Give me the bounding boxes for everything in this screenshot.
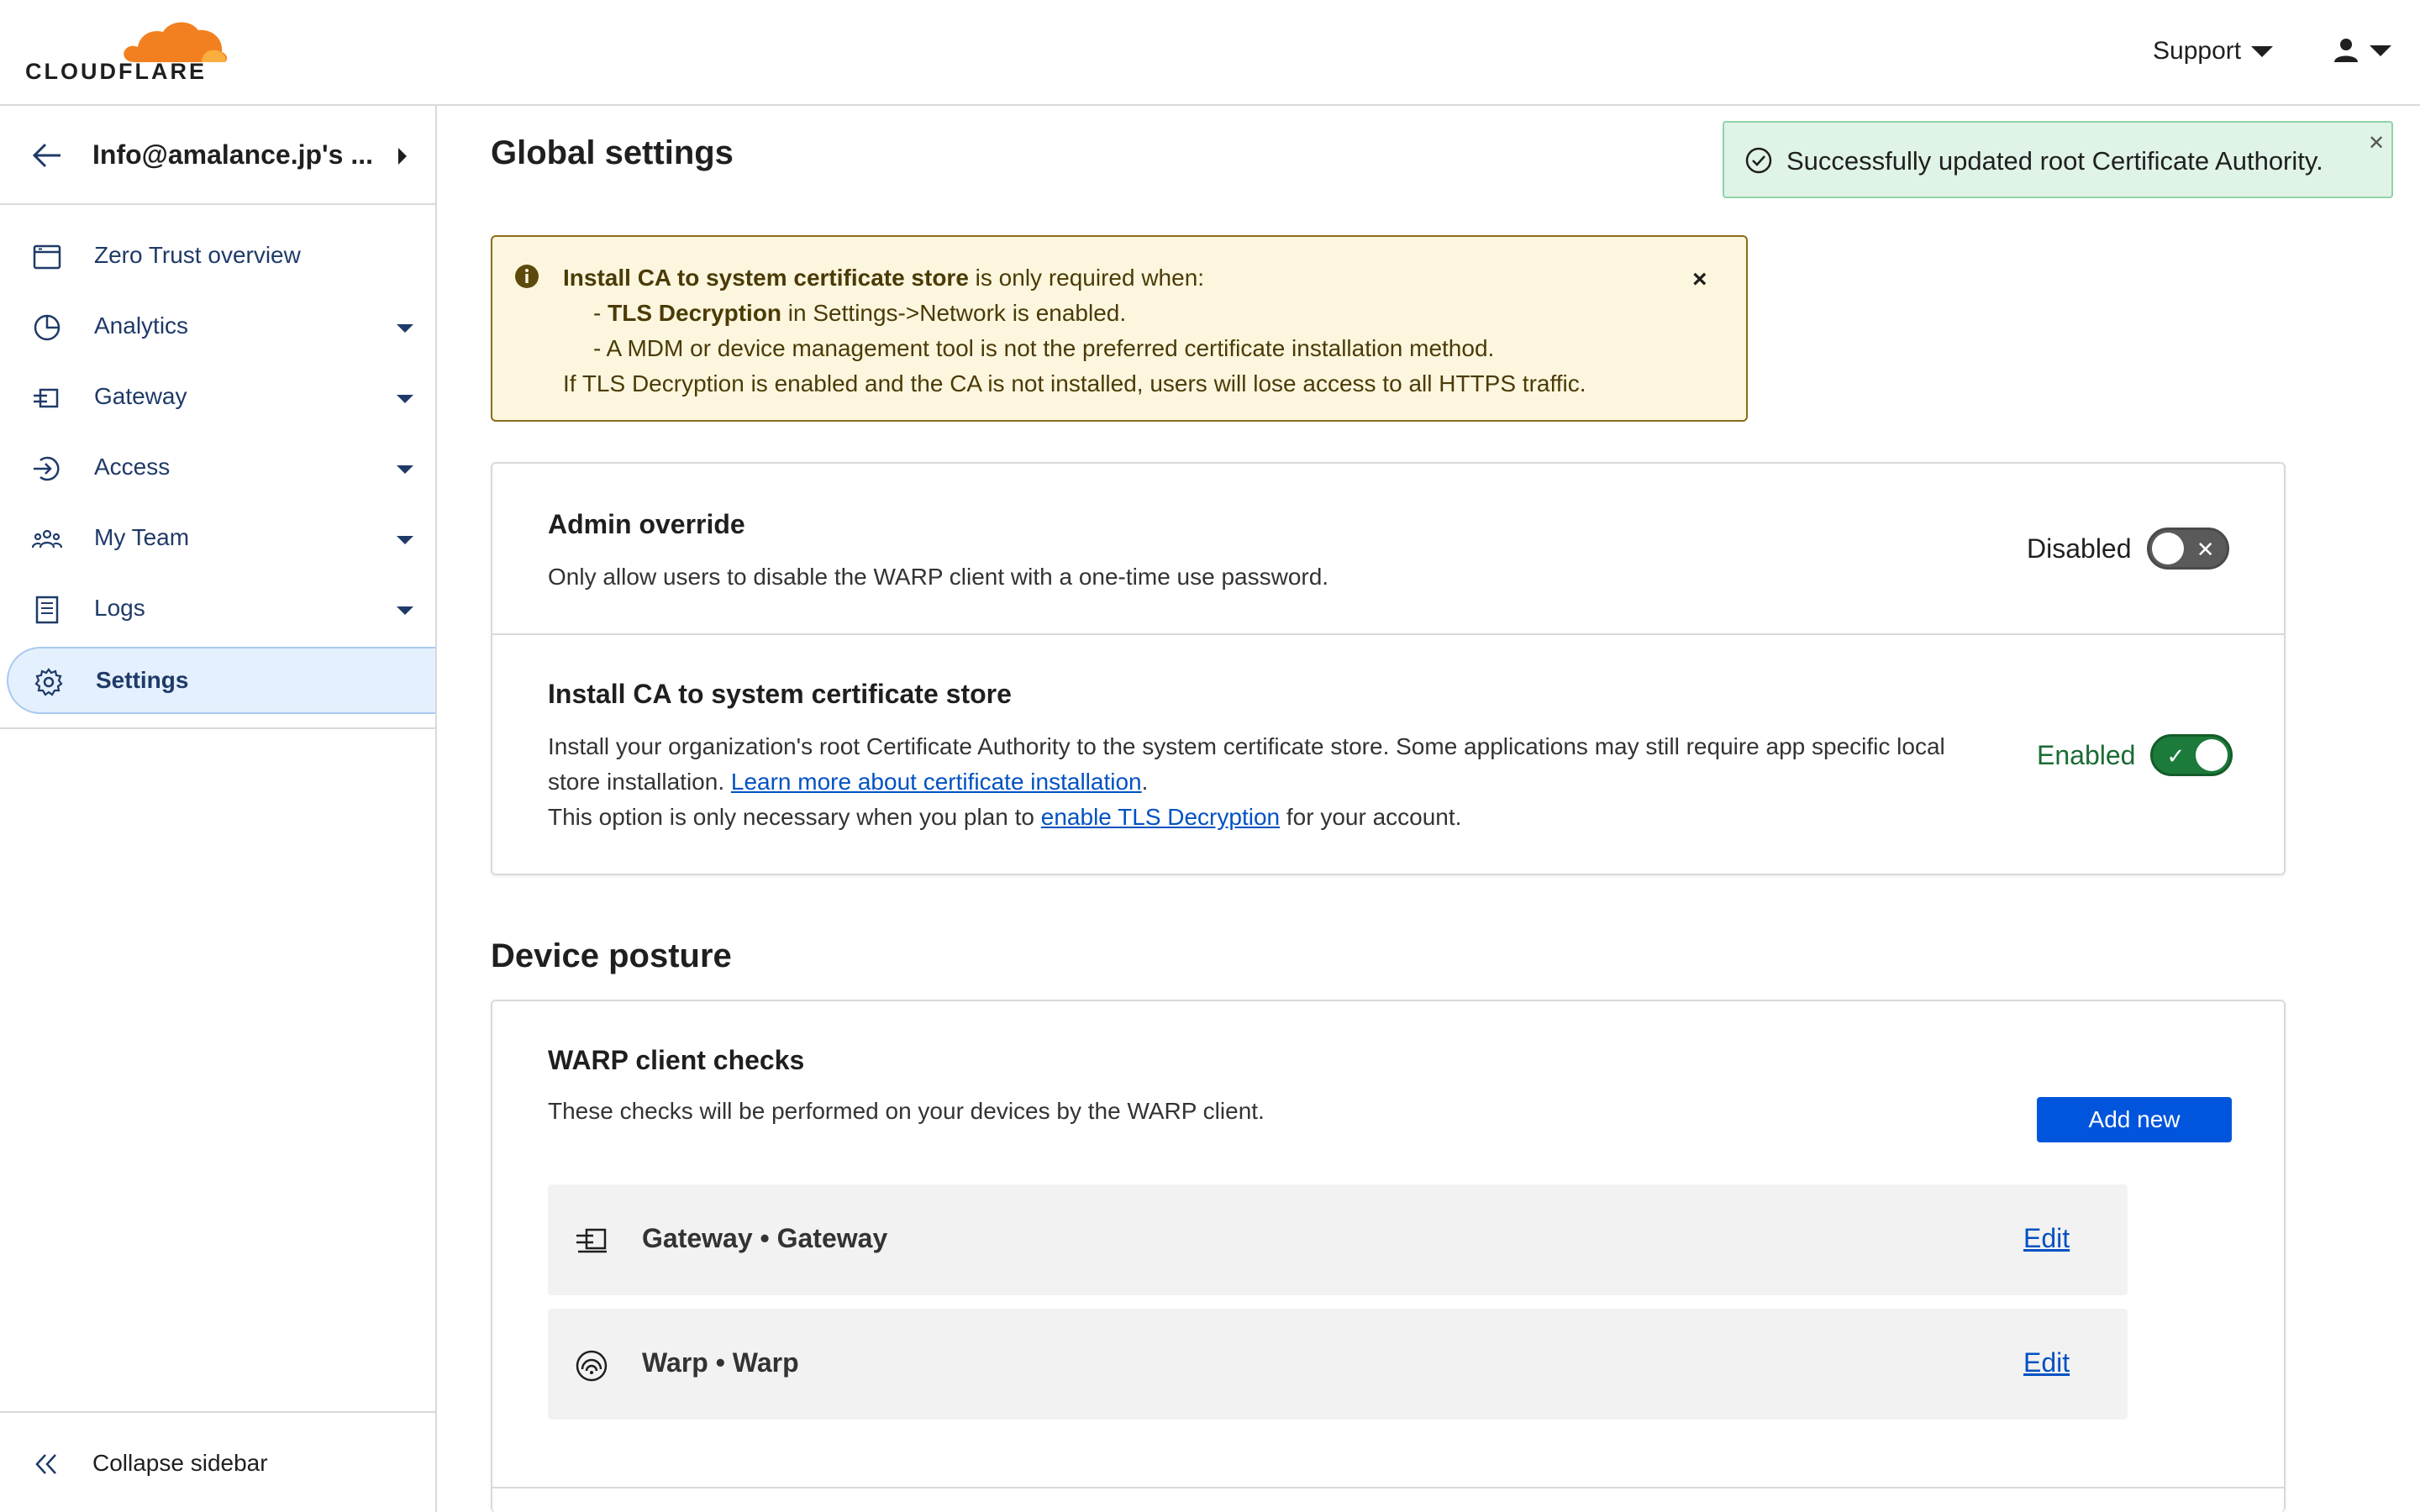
sidebar-item-analytics[interactable]: Analytics	[7, 294, 435, 361]
add-new-button[interactable]: Add new	[2037, 1097, 2232, 1142]
enable-tls-decryption-link[interactable]: enable TLS Decryption	[1041, 804, 1280, 830]
chevron-down-icon	[397, 536, 413, 544]
arrow-left-icon[interactable]	[32, 141, 62, 170]
collapse-sidebar-label: Collapse sidebar	[92, 1450, 268, 1476]
page-title: Global settings	[491, 134, 734, 171]
chevron-down-icon	[397, 324, 413, 333]
install-ca-description: Install your organization's root Certifi…	[548, 729, 1993, 835]
sidebar-divider	[0, 727, 435, 729]
list-item: Gateway • Gateway Edit	[548, 1184, 2128, 1295]
account-switcher[interactable]: Info@amalance.jp's ...	[0, 106, 435, 205]
warp-icon	[576, 1350, 608, 1382]
device-posture-title: Device posture	[491, 937, 732, 974]
edit-link[interactable]: Edit	[2023, 1223, 2070, 1254]
sidebar-item-label: Access	[94, 454, 171, 480]
sidebar-item-logs[interactable]: Logs	[7, 576, 435, 643]
check-name: Warp • Warp	[642, 1347, 799, 1378]
sidebar-item-label: Analytics	[94, 312, 189, 339]
divider	[492, 633, 2284, 635]
support-label: Support	[2153, 37, 2242, 65]
chevron-right-icon	[398, 148, 407, 165]
notice-bold-text: TLS Decryption	[608, 300, 782, 326]
sidebar-item-access[interactable]: Access	[7, 435, 435, 502]
divider	[492, 1487, 2284, 1488]
check-circle-icon	[1745, 147, 1772, 174]
notice-text-part: -	[593, 300, 608, 326]
toggle-knob	[2151, 533, 2184, 564]
team-icon	[32, 529, 62, 549]
install-ca-state: Enabled	[2037, 739, 2136, 770]
pie-chart-icon	[34, 314, 60, 341]
check-icon: ✓	[2166, 743, 2186, 769]
notice-text: Install CA to system certificate store i…	[563, 260, 1586, 402]
access-icon	[34, 456, 60, 481]
notice-text-part: - A MDM or device management tool is not…	[593, 335, 1495, 361]
warp-client-checks-title: WARP client checks	[548, 1045, 805, 1075]
toggle-knob	[2196, 739, 2228, 771]
user-menu[interactable]	[2333, 37, 2391, 64]
warp-client-checks-description: These checks will be performed on your d…	[548, 1098, 1265, 1124]
success-toast: Successfully updated root Certificate Au…	[1723, 121, 2393, 198]
sidebar: Info@amalance.jp's ... Zero Trust overvi…	[0, 106, 437, 1512]
chevron-down-icon	[397, 465, 413, 474]
logs-icon	[35, 596, 59, 624]
notice-text-part: is only required when:	[968, 265, 1205, 291]
collapse-sidebar-button[interactable]: Collapse sidebar	[0, 1411, 435, 1512]
chevron-down-icon	[2251, 45, 2274, 57]
global-settings-card: Admin override Only allow users to disab…	[491, 462, 2286, 875]
info-notice: Install CA to system certificate store i…	[491, 235, 1748, 422]
cloudflare-logo[interactable]: CLOUDFLARE	[25, 15, 228, 84]
description-text: for your account.	[1280, 804, 1462, 830]
install-ca-title: Install CA to system certificate store	[548, 679, 1012, 709]
install-ca-toggle-group: Enabled ✓	[2037, 734, 2233, 776]
info-icon	[515, 265, 539, 288]
sidebar-item-zero-trust-overview[interactable]: Zero Trust overview	[7, 223, 435, 291]
install-ca-toggle[interactable]: ✓	[2150, 734, 2233, 776]
sidebar-item-my-team[interactable]: My Team	[7, 506, 435, 573]
double-chevron-left-icon	[35, 1454, 56, 1474]
notice-text-part: in Settings->Network is enabled.	[781, 300, 1127, 326]
cloud-icon	[124, 22, 228, 62]
gateway-icon	[34, 388, 59, 408]
user-icon	[2334, 39, 2358, 62]
list-item: Warp • Warp Edit	[548, 1309, 2128, 1420]
device-posture-card: WARP client checks These checks will be …	[491, 1000, 2286, 1512]
brand-name: CLOUDFLARE	[25, 59, 207, 84]
notice-text-part: If TLS Decryption is enabled and the CA …	[563, 370, 1586, 396]
top-bar: CLOUDFLARE Support	[0, 0, 2420, 106]
gear-icon	[34, 668, 63, 696]
sidebar-item-settings[interactable]: Settings	[7, 647, 435, 714]
chevron-down-icon	[397, 606, 413, 615]
edit-link[interactable]: Edit	[2023, 1347, 2070, 1378]
admin-override-toggle-group: Disabled ✕	[2027, 528, 2229, 570]
admin-override-toggle[interactable]: ✕	[2146, 528, 2229, 570]
sidebar-item-label: My Team	[94, 524, 190, 550]
description-text: .	[1141, 769, 1149, 795]
admin-override-title: Admin override	[548, 509, 745, 539]
sidebar-item-gateway[interactable]: Gateway	[7, 365, 435, 432]
close-icon[interactable]: ✕	[2368, 131, 2385, 155]
browser-window-icon	[33, 244, 61, 270]
learn-more-certificate-link[interactable]: Learn more about certificate installatio…	[731, 769, 1142, 795]
support-menu[interactable]: Support	[2153, 37, 2274, 66]
sidebar-item-label: Logs	[94, 595, 145, 621]
admin-override-description: Only allow users to disable the WARP cli…	[548, 564, 1329, 590]
toast-message: Successfully updated root Certificate Au…	[1786, 146, 2323, 176]
sidebar-item-label: Settings	[96, 667, 189, 693]
chevron-down-icon	[397, 395, 413, 403]
notice-bold-text: Install CA to system certificate store	[563, 265, 969, 291]
gateway-icon	[576, 1228, 607, 1253]
check-name: Gateway • Gateway	[642, 1223, 888, 1253]
description-text: This option is only necessary when you p…	[548, 804, 1041, 830]
close-icon[interactable]: ×	[1692, 265, 1707, 294]
admin-override-state: Disabled	[2027, 533, 2132, 564]
sidebar-item-label: Gateway	[94, 383, 187, 409]
x-icon: ✕	[2196, 537, 2215, 562]
sidebar-item-label: Zero Trust overview	[94, 242, 301, 268]
account-name: Info@amalance.jp's ...	[92, 139, 374, 170]
chevron-down-icon	[2370, 45, 2391, 56]
